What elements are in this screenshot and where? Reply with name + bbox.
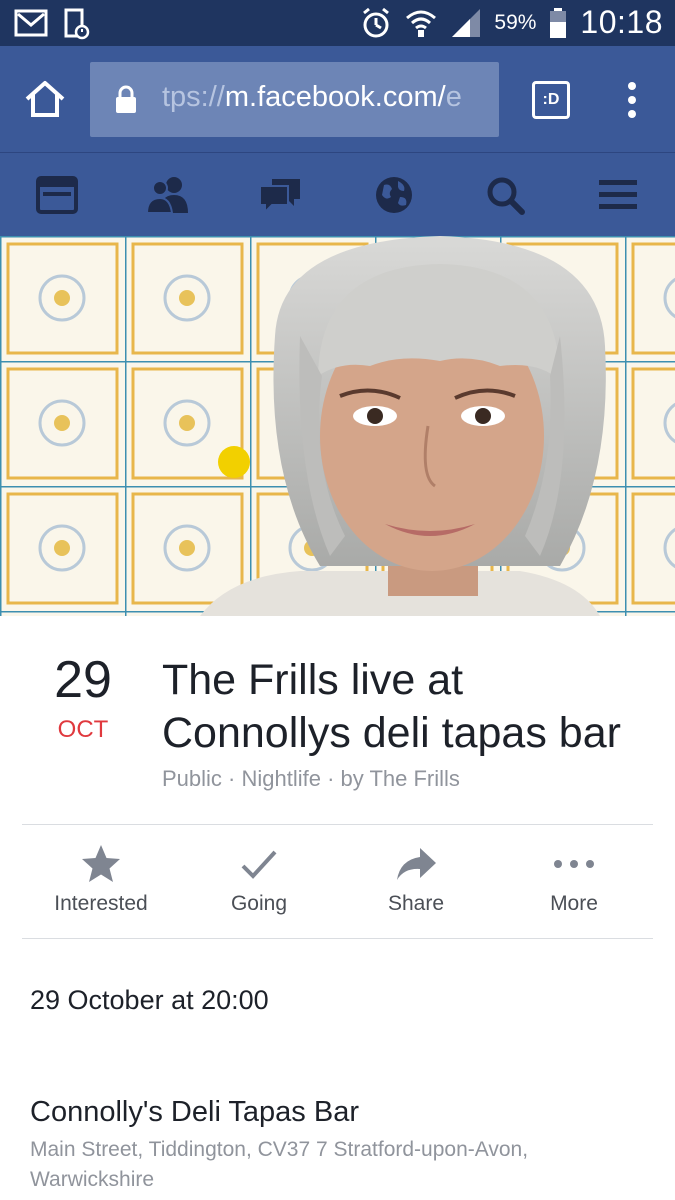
going-button[interactable]: Going	[184, 842, 334, 916]
alarm-icon	[363, 7, 390, 37]
url-prefix: tps://	[162, 81, 225, 113]
tabs-button[interactable]: :D	[532, 81, 570, 119]
event-cover-photo[interactable]	[0, 236, 675, 616]
going-label: Going	[230, 892, 288, 915]
event-title: The Frills live at Connollys deli tapas …	[162, 656, 621, 757]
status-bar: 59% 10:18	[0, 0, 675, 46]
search-icon[interactable]	[484, 175, 528, 215]
feed-icon[interactable]	[36, 175, 80, 215]
facebook-nav-bar	[0, 152, 675, 236]
event-date-day: 29	[54, 651, 112, 709]
share-button[interactable]: Share	[341, 842, 491, 916]
notifications-globe-icon[interactable]	[372, 175, 416, 215]
more-label: More	[550, 892, 598, 915]
event-meta: Public · Nightlife · by The Frills	[162, 766, 460, 791]
url-text: tps://m.facebook.com/e	[162, 81, 462, 114]
signal-icon	[452, 8, 481, 37]
event-address: Main Street, Tiddington, CV37 7 Stratfor…	[30, 1138, 529, 1191]
phone-icon	[64, 8, 90, 40]
messages-icon[interactable]	[258, 175, 302, 215]
event-date-month: OCT	[57, 716, 109, 743]
star-icon	[82, 845, 120, 882]
check-icon	[241, 850, 277, 879]
divider	[22, 824, 653, 825]
battery-icon	[550, 7, 567, 38]
wifi-icon	[406, 10, 437, 37]
more-dots-icon	[554, 860, 594, 868]
more-button[interactable]: More	[499, 842, 649, 916]
interested-button[interactable]: Interested	[26, 842, 176, 916]
home-icon[interactable]	[24, 80, 66, 118]
friends-icon[interactable]	[146, 175, 190, 215]
share-label: Share	[387, 892, 445, 915]
battery-percent: 59%	[494, 10, 537, 34]
gmail-icon	[14, 9, 48, 37]
interested-label: Interested	[54, 892, 148, 915]
cover-image	[0, 236, 675, 616]
url-main: m.facebook.com/	[224, 81, 446, 113]
url-tail: e	[445, 81, 462, 113]
url-bar[interactable]: tps://m.facebook.com/e	[90, 62, 499, 137]
event-venue[interactable]: Connolly's Deli Tapas Bar	[30, 1096, 359, 1129]
overflow-menu-icon[interactable]	[624, 82, 640, 118]
browser-toolbar: tps://m.facebook.com/e :D	[0, 46, 675, 152]
menu-icon[interactable]	[597, 175, 641, 215]
status-time: 10:18	[580, 4, 663, 40]
event-datetime[interactable]: 29 October at 20:00	[30, 985, 269, 1016]
divider	[22, 938, 653, 939]
share-arrow-icon	[397, 848, 436, 880]
lock-icon	[116, 85, 136, 113]
